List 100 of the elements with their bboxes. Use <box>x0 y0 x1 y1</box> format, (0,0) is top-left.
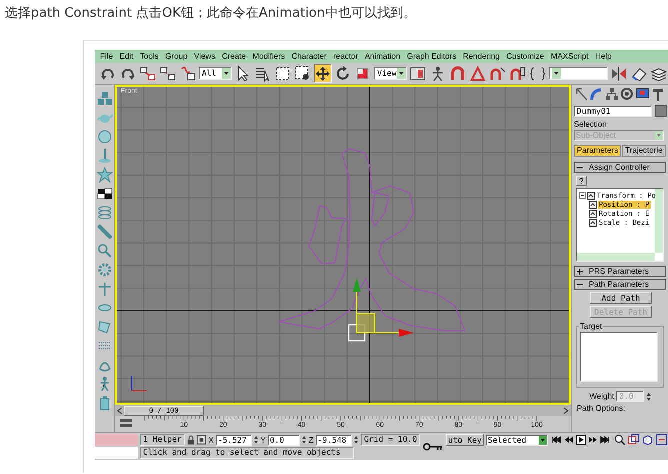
lock-icon[interactable] <box>186 435 196 445</box>
key-mode-dropdown[interactable]: Selected <box>486 434 548 446</box>
dropdown[interactable]: All <box>199 67 232 80</box>
z-label: Z <box>308 436 314 444</box>
rollout-header[interactable]: Assign Controller <box>574 162 666 173</box>
menu-item[interactable]: Character <box>288 52 330 61</box>
magnet-icon <box>510 66 526 82</box>
magnet-icon <box>450 66 466 82</box>
menu-item[interactable]: File <box>97 52 116 61</box>
rollout-header[interactable]: Path Parameters <box>574 279 666 290</box>
move-arrows-icon <box>315 66 332 82</box>
dashed-rectangle-icon <box>295 66 312 82</box>
menu-item[interactable]: Views <box>190 52 219 61</box>
dropdown[interactable]: View <box>374 67 407 80</box>
axis-tripod-drawing <box>132 376 148 392</box>
next-frame-icon[interactable] <box>588 435 598 445</box>
scrollbar[interactable] <box>655 189 663 253</box>
toggle-square-icon[interactable] <box>197 435 207 445</box>
menu-item[interactable]: Help <box>592 52 616 61</box>
menu-item[interactable]: Modifiers <box>249 52 288 61</box>
menu-item[interactable]: Tools <box>136 52 162 61</box>
menu-item[interactable]: Create <box>218 52 250 61</box>
circle-icon[interactable] <box>620 87 634 101</box>
toolbar-button[interactable] <box>179 64 197 83</box>
selection-label: Selection <box>574 120 608 129</box>
scrollbar[interactable] <box>577 253 655 261</box>
dropdown[interactable] <box>548 67 608 80</box>
path-options-label: Path Options: <box>576 404 626 413</box>
panel-tab[interactable]: Parameters <box>574 145 622 157</box>
key-track-icon[interactable] <box>119 418 133 429</box>
plus-icon <box>577 268 583 274</box>
dummy-object[interactable] <box>348 324 366 342</box>
magnifier-icon[interactable] <box>614 434 626 446</box>
magnet-icon <box>490 66 506 82</box>
listener-field[interactable] <box>95 434 138 446</box>
x-field[interactable]: -5.527 <box>216 434 252 446</box>
grid-size: Grid = 10.0 <box>361 434 420 446</box>
pointer-icon[interactable] <box>574 87 588 101</box>
z-field[interactable]: -9.548 <box>316 434 352 446</box>
hammer-icon[interactable] <box>650 87 665 101</box>
bend-icon[interactable] <box>589 87 604 101</box>
mirror-icon <box>611 66 627 82</box>
group-label: Target <box>579 322 604 331</box>
twin-panel-icon <box>410 66 426 82</box>
dropdown-arrow-icon <box>539 436 547 444</box>
dashed-rectangle-icon <box>275 66 292 82</box>
rollout-header[interactable]: PRS Parameters <box>574 266 666 277</box>
squiggle-icon <box>180 66 196 82</box>
dropdown-arrow-icon <box>655 131 663 140</box>
layers-icon <box>651 66 667 82</box>
first-frame-icon[interactable] <box>552 435 562 445</box>
eraser-icon <box>631 66 647 82</box>
y-field[interactable]: 0.0 <box>268 434 300 446</box>
toolbar-button[interactable] <box>314 64 332 83</box>
color-swatch[interactable] <box>655 105 667 117</box>
hierarchy-icon[interactable] <box>604 87 619 101</box>
add-path-button[interactable]: Add Path <box>590 292 652 304</box>
menu-item[interactable]: Rendering <box>460 52 504 61</box>
minus-icon <box>577 282 583 288</box>
collapse-box-icon[interactable] <box>579 192 586 199</box>
arrow-left-icon[interactable] <box>117 406 123 414</box>
square-icon <box>355 66 372 82</box>
play-icon[interactable] <box>576 435 586 445</box>
unlinked-boxes-icon <box>160 66 176 82</box>
menu-item[interactable]: Group <box>162 52 191 61</box>
windows-icon[interactable] <box>628 434 640 446</box>
menu-item[interactable]: MAXScript <box>548 52 592 61</box>
list-icon <box>255 66 272 82</box>
menu-item[interactable]: reactor <box>330 52 362 61</box>
triangle-icon <box>470 66 486 82</box>
checker-icon[interactable] <box>96 186 112 202</box>
listener-output-field[interactable] <box>95 447 138 459</box>
menu-item[interactable]: Animation <box>362 52 404 61</box>
rotate-icon <box>335 66 352 82</box>
menu-item[interactable]: Graph Editors <box>404 52 460 61</box>
y-label: Y <box>260 436 266 444</box>
prompt-text: Click and drag to select and move objects <box>140 447 354 459</box>
x-label: X <box>208 436 214 444</box>
auto-key-button[interactable]: uto Key <box>446 434 484 446</box>
previous-frame-icon[interactable] <box>564 435 574 445</box>
star-figure-icon[interactable] <box>96 167 112 183</box>
last-frame-icon[interactable] <box>600 435 610 445</box>
caption-text: 选择path Constraint 点击OK钮；此命令在Animation中也可以找到。 <box>5 5 418 22</box>
menu-item[interactable]: Edit <box>116 52 137 61</box>
toolbar-button[interactable] <box>610 64 628 83</box>
selection-count: 1 Helper <box>140 434 185 446</box>
menu-item[interactable]: Customize <box>503 52 548 61</box>
braces-icon <box>530 66 546 82</box>
assign-controller-button[interactable]: ? <box>576 176 587 186</box>
monitor-icon[interactable] <box>636 87 650 101</box>
linked-boxes-icon <box>140 66 156 82</box>
panel-tab[interactable]: Trajectorie <box>622 145 666 157</box>
minus-icon <box>577 164 583 170</box>
move-gizmo-drawing[interactable] <box>353 278 414 337</box>
object-name-field[interactable]: Dummy01 <box>574 106 652 116</box>
target-list[interactable] <box>580 332 658 382</box>
arrow-right-icon[interactable] <box>563 406 569 414</box>
frame-icon[interactable] <box>656 434 668 446</box>
key-icon[interactable] <box>423 442 444 452</box>
weight-label: Weight <box>590 392 614 401</box>
